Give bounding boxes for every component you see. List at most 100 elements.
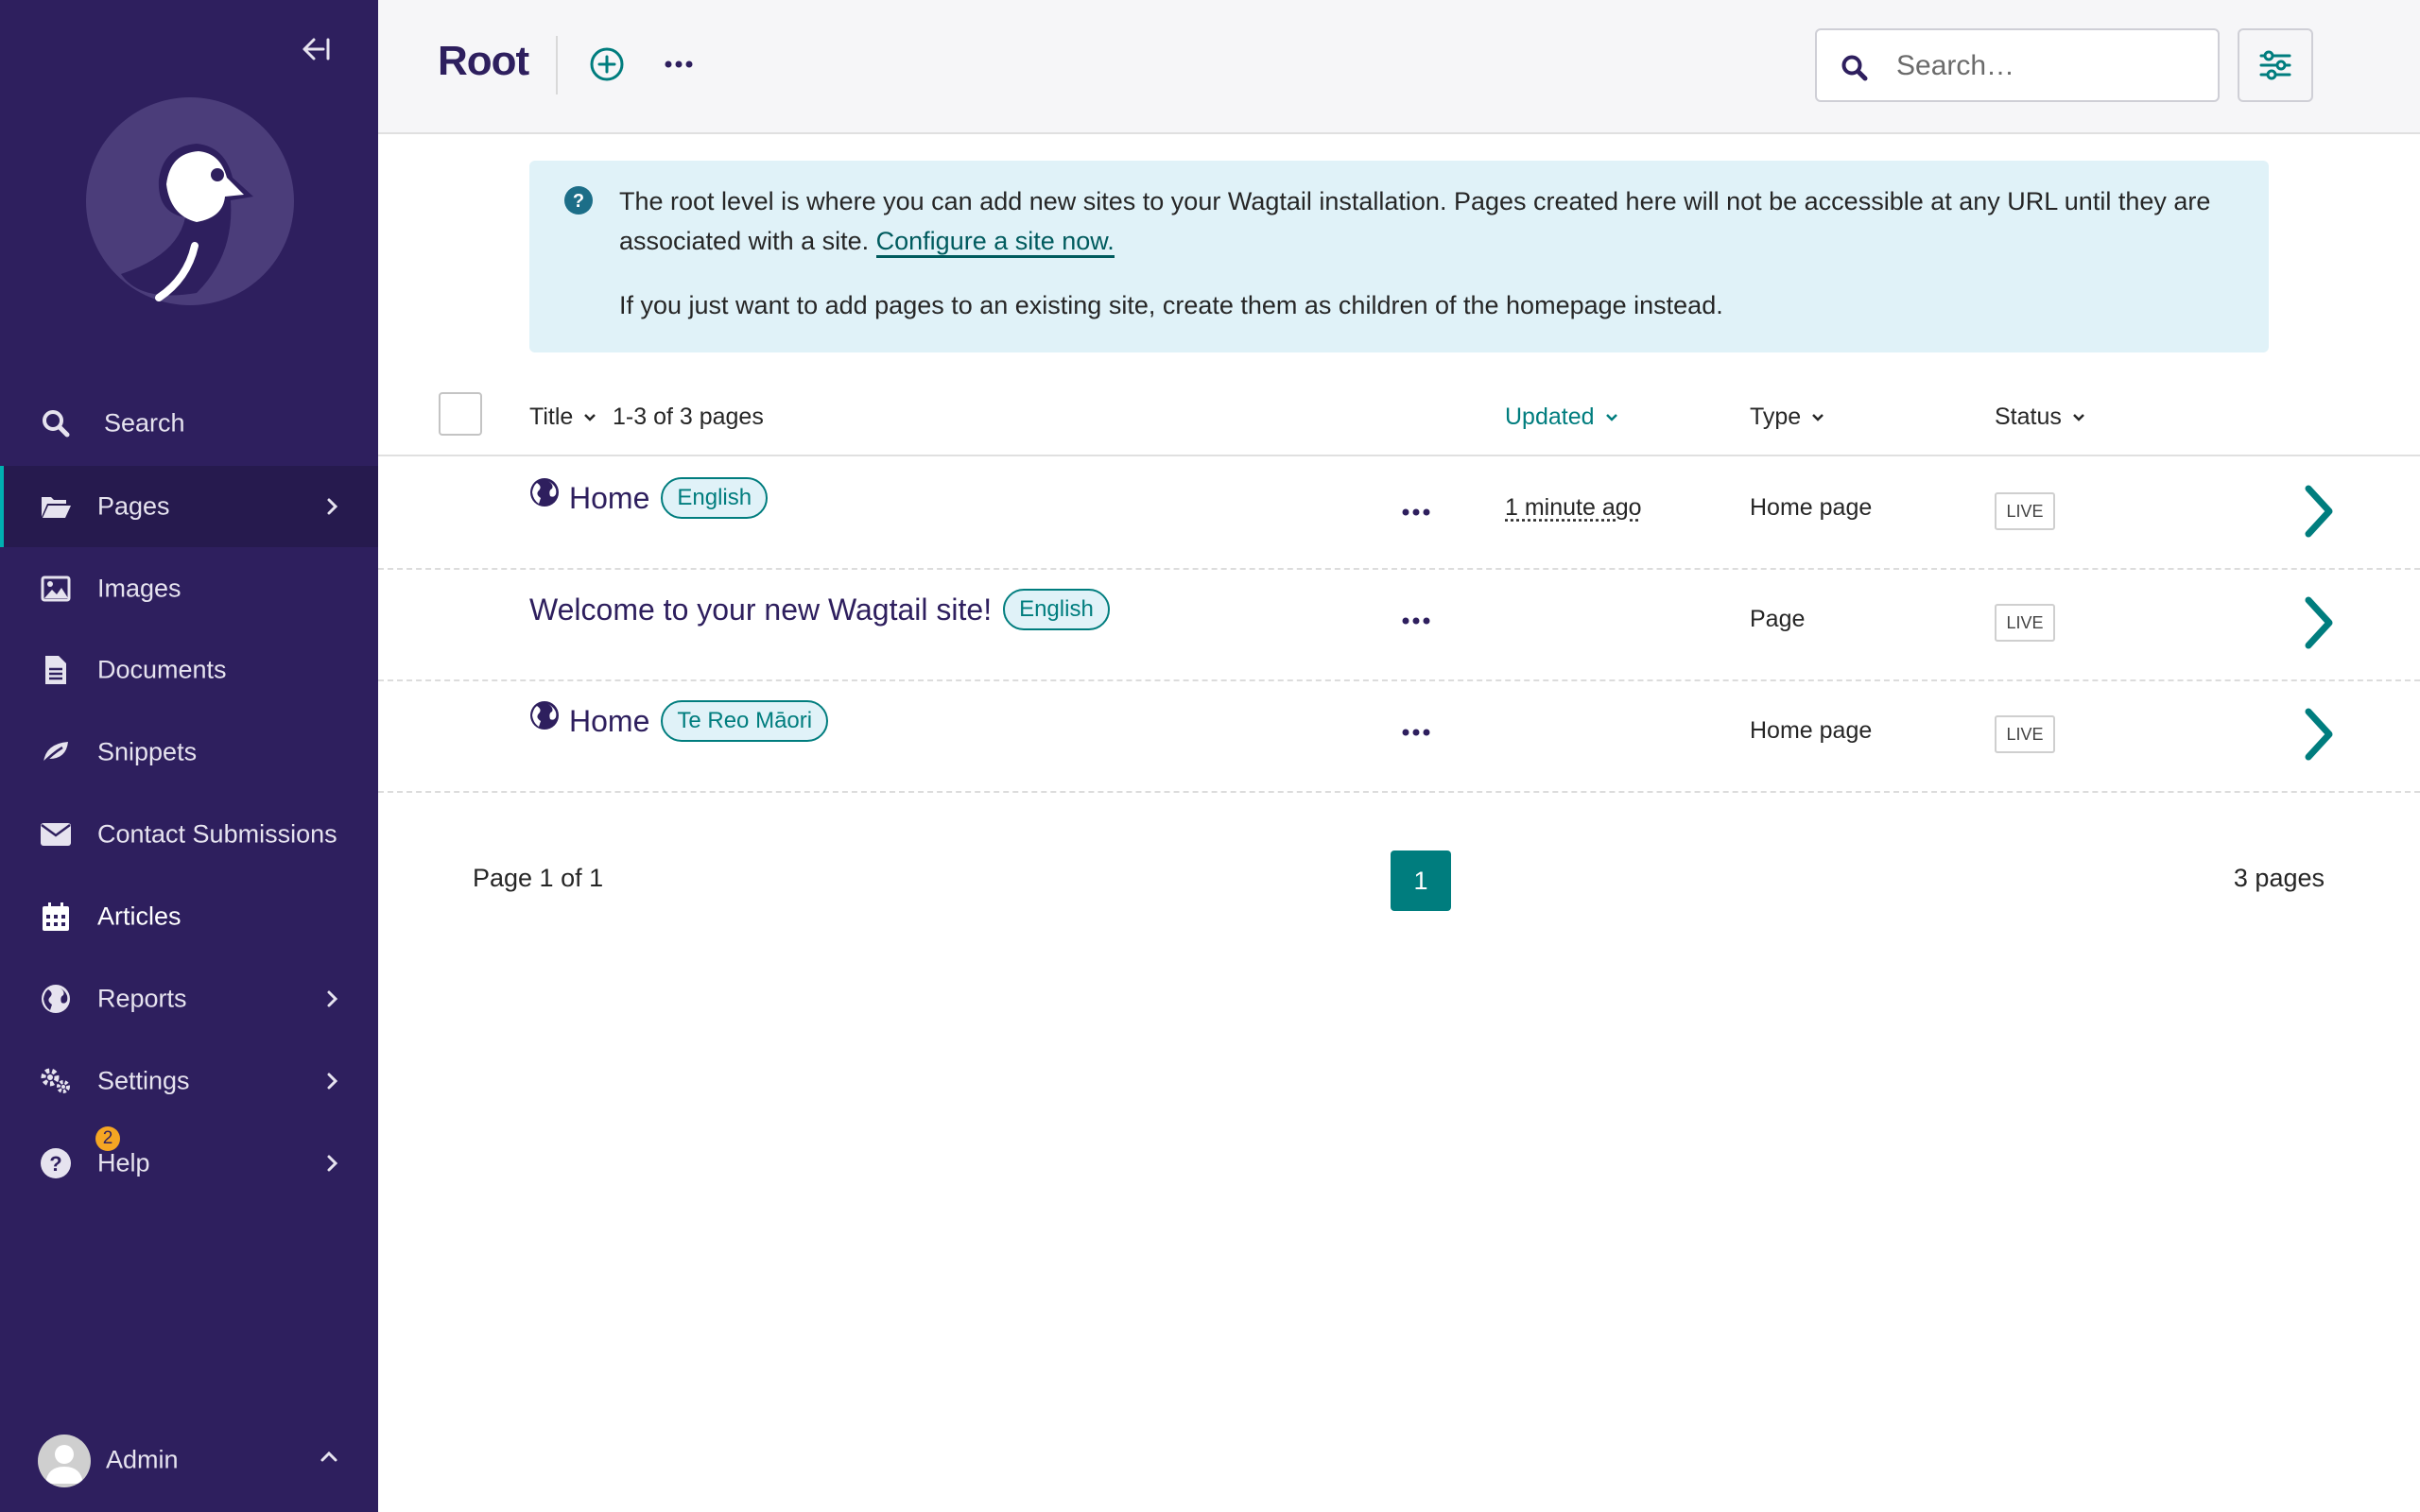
more-actions-button[interactable] [660,49,698,79]
image-icon [38,571,74,607]
page-header: Root [378,0,2420,134]
sort-by-updated[interactable]: Updated [1505,404,1619,431]
chevron-right-icon [327,1073,338,1090]
wagtail-logo[interactable] [83,94,297,308]
svg-text:?: ? [573,191,584,212]
column-status-label: Status [1995,404,2062,430]
search-input[interactable] [1894,42,2201,91]
sidebar-item-label: Snippets [97,737,198,766]
search-field [1815,28,2220,102]
globe-icon [38,981,74,1017]
page-title-link[interactable]: Home [569,704,649,739]
sidebar-item-reports[interactable]: Reports [0,958,378,1040]
search-icon[interactable] [1840,53,1870,83]
chevron-right-icon [327,498,338,515]
chevron-up-icon [320,1451,337,1462]
more-actions-icon[interactable] [1397,723,1435,742]
page-title-cell: Home English [529,477,769,519]
sidebar-item-label: Reports [97,984,187,1013]
listing-header: Title 1-3 of 3 pages Updated Type Status [378,383,2420,456]
chevron-right-icon[interactable] [2299,483,2337,540]
calendar-icon [38,899,74,935]
collapse-sidebar-button[interactable] [295,30,337,68]
page-title-link[interactable]: Home [569,481,649,516]
status-badge: LIVE [1995,715,2055,753]
page-1-button[interactable]: 1 [1391,850,1451,911]
page-title-link[interactable]: Welcome to your new Wagtail site! [529,593,992,627]
plus-circle-icon [590,47,624,81]
sidebar-item-settings[interactable]: Settings [0,1040,378,1122]
sort-by-title[interactable]: Title [529,404,597,431]
sidebar-item-articles[interactable]: Articles [0,876,378,957]
globe-icon [530,701,559,730]
sidebar-item-images[interactable]: Images [0,548,378,629]
sidebar-item-label: Search [104,408,185,438]
account-name: Admin [106,1445,179,1474]
folder-open-icon [38,489,74,524]
add-child-page-button[interactable] [588,45,626,83]
dots-horizontal-icon [665,60,693,68]
collapse-arrow-icon [302,38,330,60]
page-indicator: Page 1 of 1 [473,864,604,892]
more-actions-icon[interactable] [1397,611,1435,630]
sidebar-item-contact-submissions[interactable]: Contact Submissions [0,794,378,875]
svg-text:?: ? [49,1152,61,1176]
table-row: Welcome to your new Wagtail site! Englis… [378,568,2420,681]
updated-time: 1 minute ago [1505,494,1642,521]
page-title-cell: Welcome to your new Wagtail site! Englis… [529,589,1110,630]
page-type: Page [1750,606,1806,632]
page-title-cell: Home Te Reo Māori [529,700,829,742]
page-title: Root [438,38,529,84]
sidebar-item-label: Settings [97,1066,190,1095]
filter-button[interactable] [2238,28,2313,102]
chevron-right-icon[interactable] [2299,706,2337,763]
notification-badge: 2 [95,1126,120,1151]
info-text: The root level is where you can add new … [619,181,2245,261]
sort-by-type[interactable]: Type [1750,404,1825,431]
chevron-down-icon [1812,413,1824,421]
divider [556,36,558,94]
select-all-checkbox[interactable] [439,392,482,436]
chevron-right-icon [327,1155,338,1172]
more-actions-icon[interactable] [1397,503,1435,522]
sidebar-item-label: Pages [97,491,170,521]
user-icon [45,1445,83,1484]
chevron-down-icon [2072,413,2084,421]
sidebar-item-snippets[interactable]: Snippets [0,712,378,793]
chevron-right-icon[interactable] [2299,594,2337,651]
account-menu[interactable]: Admin [0,1422,378,1498]
configure-site-link[interactable]: Configure a site now. [875,227,1115,258]
locale-badge: English [1003,589,1110,630]
page-type: Home page [1750,717,1873,744]
sidebar-item-label: Documents [97,655,227,684]
snippet-icon [38,734,74,770]
sidebar-item-pages[interactable]: Pages [0,466,378,547]
help-circle-icon: ? [564,186,593,215]
column-title-label: Title [529,404,574,430]
document-icon [38,652,74,688]
sidebar-item-documents[interactable]: Documents [0,629,378,711]
column-type-label: Type [1750,404,1802,430]
sidebar-item-label: Contact Submissions [97,819,337,849]
chevron-down-icon [1605,413,1617,421]
sort-by-status[interactable]: Status [1995,404,2086,431]
globe-icon [530,478,559,507]
avatar [38,1435,91,1487]
chevron-down-icon [584,413,596,421]
page-type: Home page [1750,494,1873,521]
info-banner: ? The root level is where you can add ne… [529,161,2269,352]
results-count: 1-3 of 3 pages [613,404,764,430]
table-row: Home English 1 minute ago Home page LIVE [378,456,2420,570]
status-badge: LIVE [1995,492,2055,530]
info-text-secondary: If you just want to add pages to an exis… [619,291,1723,319]
wagtail-bird-icon [86,97,294,305]
locale-badge: Te Reo Māori [661,700,829,742]
sidebar-item-search[interactable]: Search [0,383,378,464]
table-row: Home Te Reo Māori Home page LIVE [378,679,2420,793]
status-badge: LIVE [1995,604,2055,642]
info-text-main: The root level is where you can add new … [619,187,2211,255]
help-icon: ? 2 [38,1126,120,1181]
locale-badge: English [661,477,769,519]
sliders-icon [2259,50,2291,80]
sidebar-item-help[interactable]: ? 2 Help [0,1123,378,1204]
